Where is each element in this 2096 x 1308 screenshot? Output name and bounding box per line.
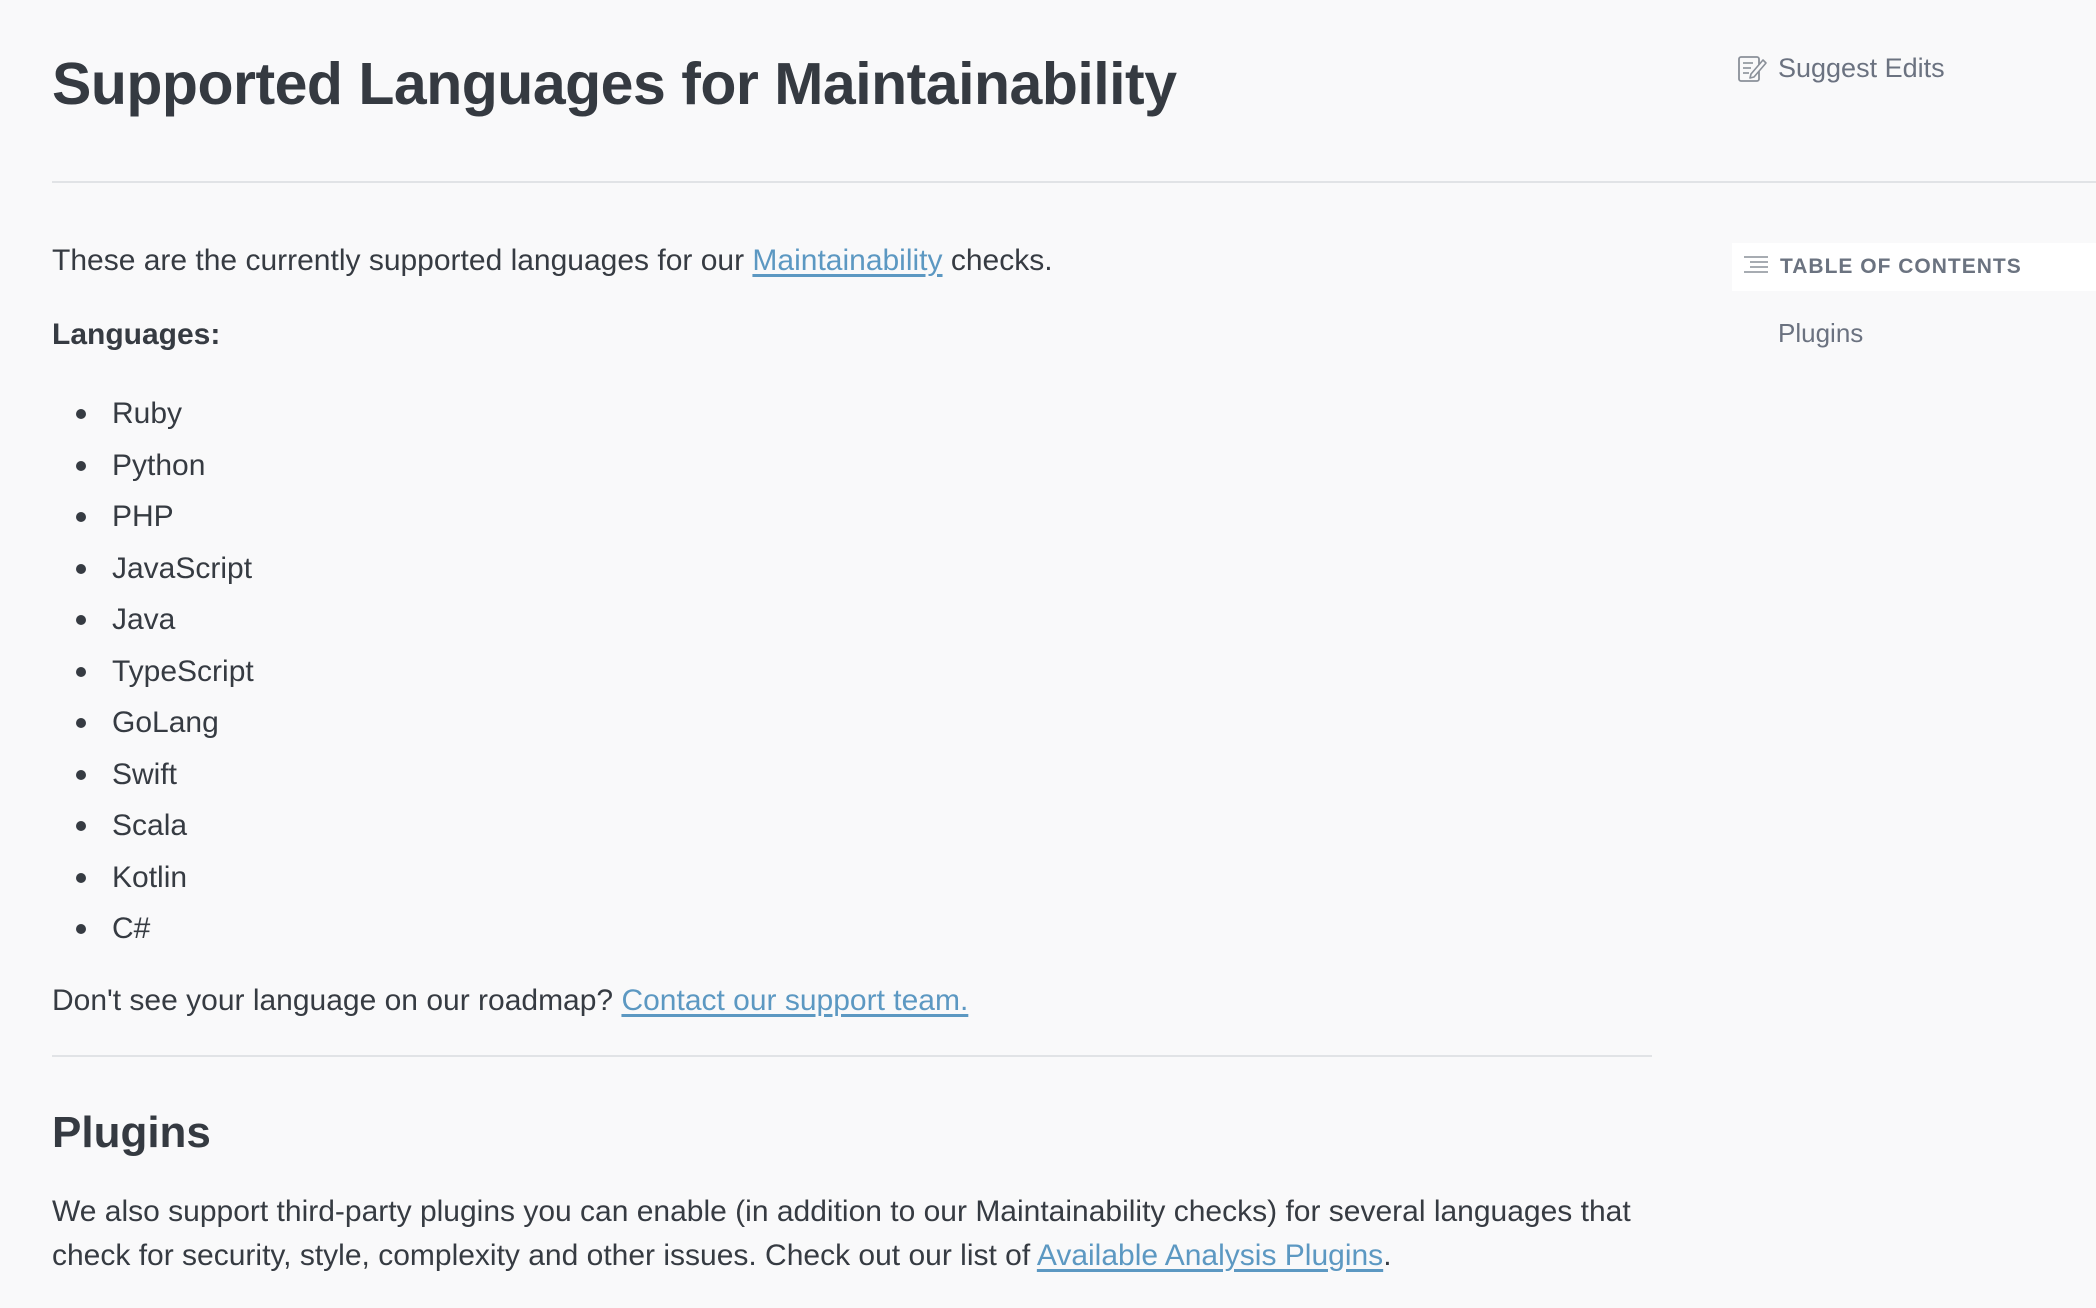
bullet-icon — [76, 666, 86, 677]
list-item: Swift — [52, 749, 254, 801]
bullet-icon — [76, 563, 86, 574]
contact-support-link[interactable]: Contact our support team. — [621, 984, 968, 1017]
language-name: Ruby — [112, 397, 183, 430]
language-name: PHP — [112, 500, 174, 533]
plugins-heading: Plugins — [52, 1108, 211, 1157]
intro-text-after: checks. — [942, 244, 1053, 277]
language-name: Swift — [112, 757, 178, 791]
analysis-plugins-link[interactable]: Available Analysis Plugins — [1037, 1239, 1383, 1272]
suggest-edits-button[interactable]: Suggest Edits — [1736, 52, 1945, 84]
suggest-edits-label: Suggest Edits — [1778, 52, 1945, 83]
toc-item-plugins[interactable]: Plugins — [1778, 318, 1863, 349]
plugins-paragraph: We also support third-party plugins you … — [52, 1190, 1652, 1278]
list-item: Ruby — [52, 388, 254, 440]
maintainability-link[interactable]: Maintainability — [752, 244, 942, 277]
languages-heading: Languages: — [52, 318, 221, 351]
bullet-icon — [76, 769, 86, 780]
intro-paragraph: These are the currently supported langua… — [52, 240, 1053, 282]
list-item: JavaScript — [52, 543, 254, 595]
language-name: Python — [112, 448, 206, 482]
language-name: C# — [112, 912, 151, 945]
bullet-icon — [76, 924, 86, 934]
toc-title: TABLE OF CONTENTS — [1780, 255, 2022, 278]
bullet-icon — [76, 872, 86, 883]
bullet-icon — [76, 718, 86, 728]
roadmap-text: Don't see your language on our roadmap? — [52, 984, 622, 1017]
edit-document-icon — [1736, 52, 1768, 84]
list-item: Java — [52, 594, 254, 646]
plugins-text-before: We also support third-party plugins you … — [52, 1195, 1631, 1272]
list-lines-icon — [1742, 253, 1770, 282]
bullet-icon — [76, 460, 86, 471]
language-name: GoLang — [112, 706, 219, 739]
bullet-icon — [76, 512, 86, 522]
bullet-icon — [76, 409, 86, 419]
doc-page: Supported Languages for Maintainability … — [0, 0, 2096, 1308]
language-name: TypeScript — [112, 654, 254, 688]
list-item: Scala — [52, 800, 254, 852]
toc-header: TABLE OF CONTENTS — [1732, 243, 2096, 291]
list-item: GoLang — [52, 697, 254, 749]
list-item: C# — [52, 903, 254, 955]
header-divider — [52, 181, 2096, 183]
language-name: Scala — [112, 809, 188, 842]
language-name: Kotlin — [112, 860, 188, 894]
roadmap-paragraph: Don't see your language on our roadmap? … — [52, 980, 968, 1022]
intro-text-before: These are the currently supported langua… — [52, 244, 753, 277]
languages-list: Ruby Python PHP JavaScript Java TypeScri… — [52, 388, 254, 955]
list-item: Python — [52, 440, 254, 492]
page-title: Supported Languages for Maintainability — [52, 51, 1177, 117]
bullet-icon — [76, 821, 86, 831]
list-item: TypeScript — [52, 646, 254, 698]
plugins-text-after: . — [1383, 1239, 1392, 1272]
list-item: Kotlin — [52, 852, 254, 904]
language-name: JavaScript — [112, 551, 253, 585]
bullet-icon — [76, 615, 86, 625]
list-item: PHP — [52, 491, 254, 543]
section-divider — [52, 1055, 1652, 1057]
language-name: Java — [112, 603, 176, 636]
